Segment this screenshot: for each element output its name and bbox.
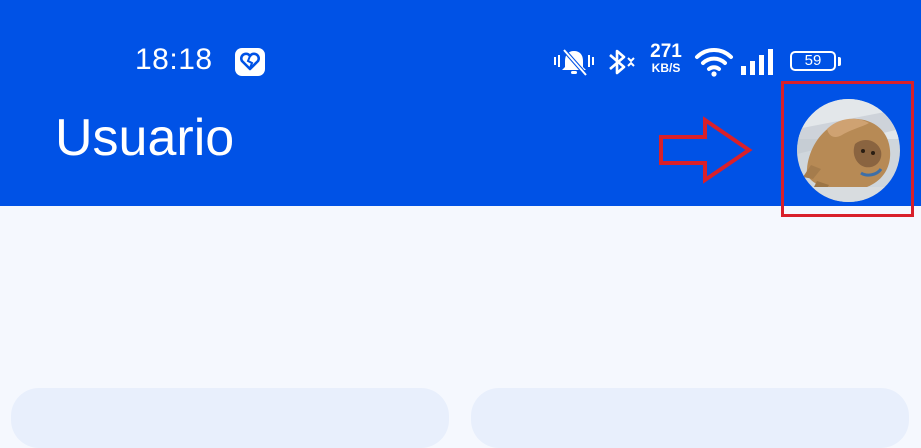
signal-icon bbox=[741, 49, 773, 75]
network-speed-unit: KB/S bbox=[651, 61, 681, 75]
app-bar: 18:18 271 KB/S 59 Usuario bbox=[0, 0, 921, 217]
battery-nub bbox=[838, 57, 841, 66]
mute-bell-icon bbox=[554, 48, 594, 77]
battery-icon: 59 bbox=[790, 51, 841, 73]
network-speed: 271 KB/S bbox=[646, 42, 686, 74]
card-right[interactable] bbox=[471, 388, 909, 448]
notification-heart-icon bbox=[235, 48, 265, 76]
user-avatar-button[interactable] bbox=[797, 99, 900, 202]
page-title: Usuario bbox=[55, 109, 235, 167]
wifi-icon bbox=[695, 47, 733, 77]
battery-percent: 59 bbox=[804, 52, 822, 69]
user-avatar-photo bbox=[797, 99, 900, 202]
red-arrow-icon bbox=[659, 116, 753, 184]
status-time: 18:18 bbox=[135, 43, 213, 76]
card-left[interactable] bbox=[11, 388, 449, 448]
network-speed-value: 271 bbox=[650, 41, 682, 62]
bluetooth-icon bbox=[609, 49, 635, 75]
